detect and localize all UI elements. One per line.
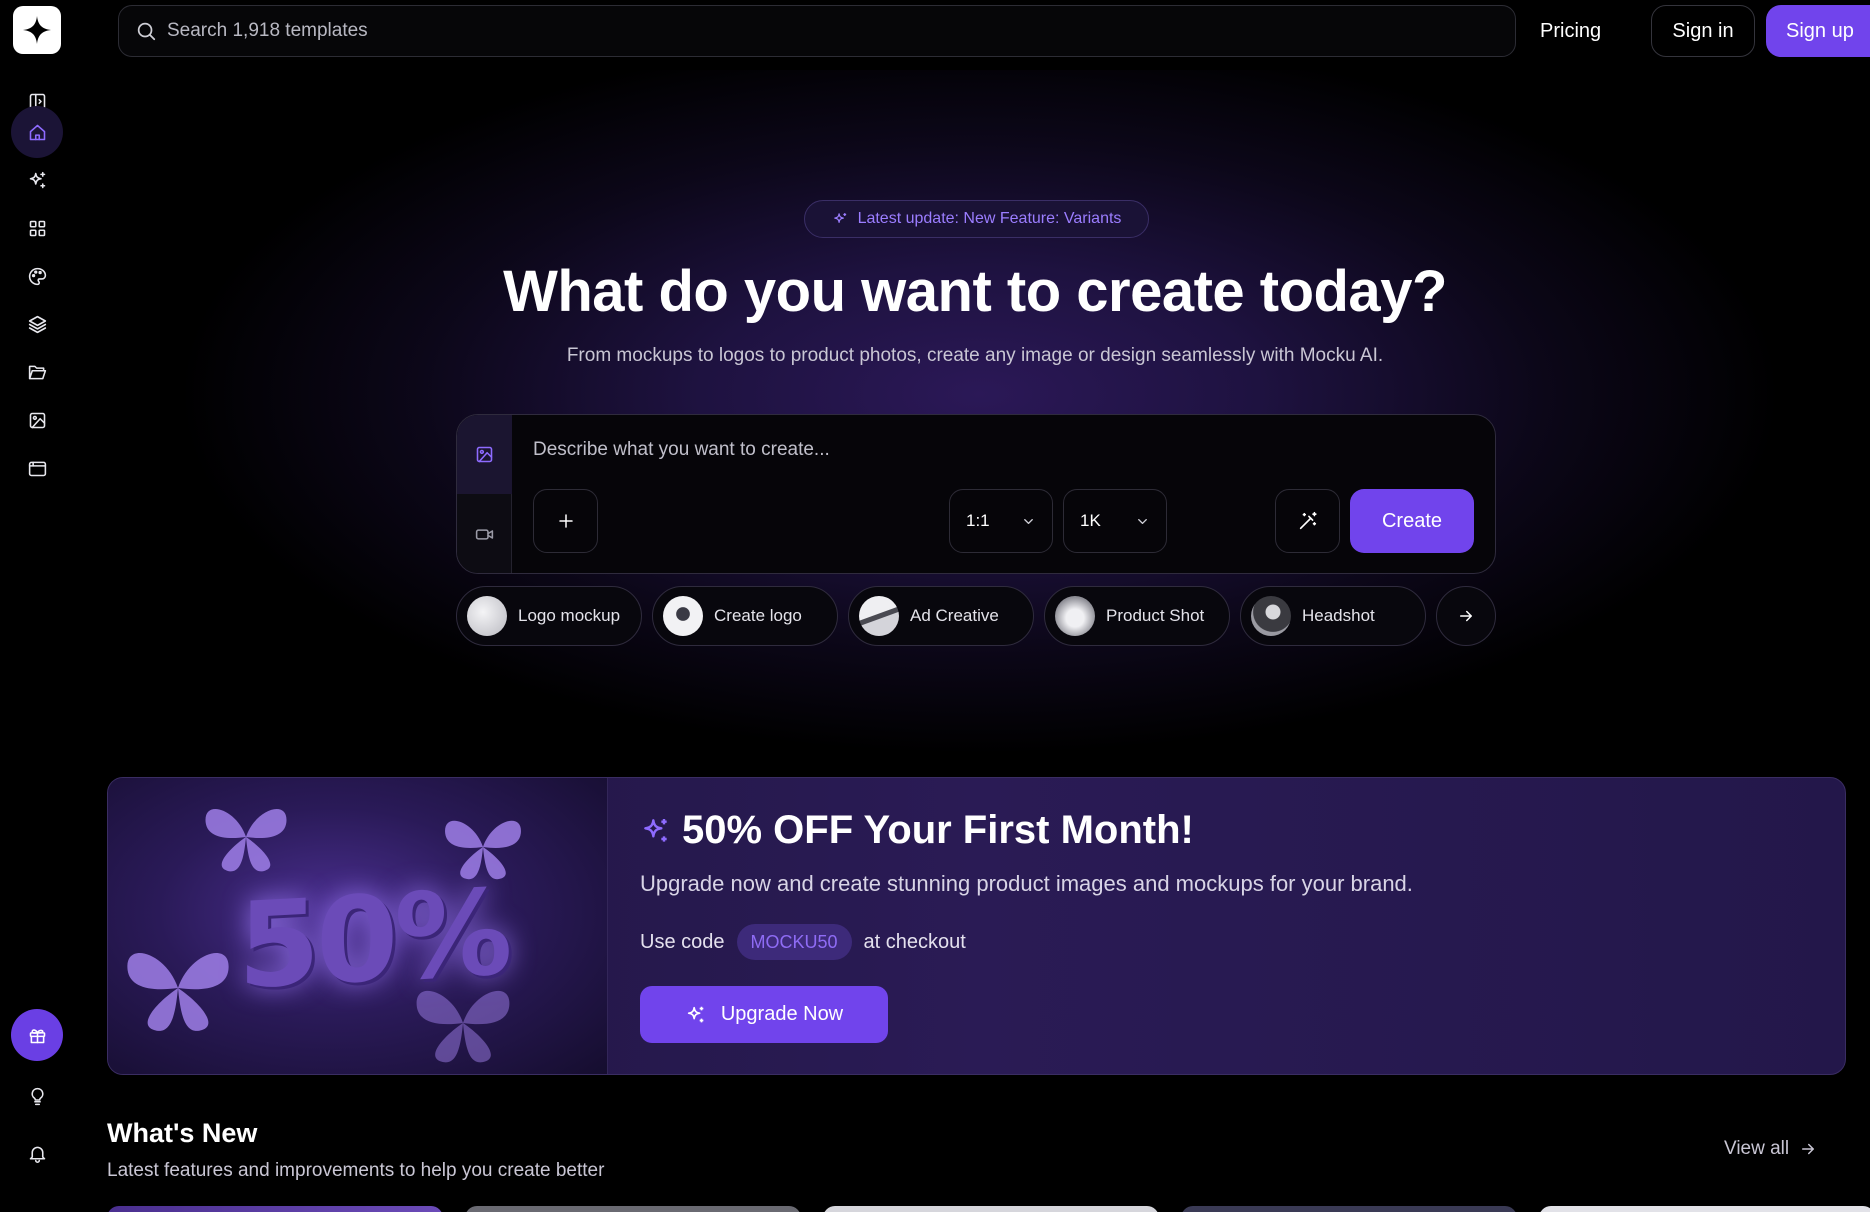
- whats-new-card[interactable]: [465, 1206, 801, 1212]
- image-icon: [476, 446, 493, 463]
- resolution-select[interactable]: 1K: [1063, 489, 1167, 553]
- chip-product-shot[interactable]: Product Shot: [1044, 586, 1230, 646]
- chips-next-button[interactable]: [1436, 586, 1496, 646]
- sign-up-button[interactable]: Sign up: [1766, 5, 1870, 57]
- sidebar-item-layers[interactable]: [11, 298, 63, 350]
- chip-label: Ad Creative: [910, 606, 999, 625]
- chevron-down-icon: [1138, 518, 1147, 524]
- whats-new-card[interactable]: [1539, 1206, 1870, 1212]
- sidebar-item-home[interactable]: [11, 106, 63, 158]
- enhance-prompt-button[interactable]: [1275, 489, 1340, 553]
- notifications-button[interactable]: [11, 1127, 63, 1179]
- sidebar-item-browser[interactable]: [11, 442, 63, 494]
- promo-image: 50%: [108, 778, 608, 1074]
- whats-new-card[interactable]: [107, 1206, 443, 1212]
- view-all-label: View all: [1724, 1138, 1790, 1159]
- add-attachment-button[interactable]: [533, 489, 598, 553]
- chip-label: Headshot: [1302, 606, 1375, 625]
- sidebar-item-images[interactable]: [11, 394, 63, 446]
- sparkles-icon: [29, 171, 45, 188]
- arrow-right-icon: [1460, 610, 1472, 622]
- promo-code-prefix: Use code: [640, 930, 725, 953]
- prompt-input[interactable]: [533, 439, 1433, 461]
- promo-banner: 50% 50% OFF Your First Month! Upgrade no…: [107, 777, 1846, 1075]
- hero-subtitle: From mockups to logos to product photos,…: [566, 345, 1384, 366]
- palette-icon: [28, 267, 46, 285]
- butterfly-decoration: [205, 808, 287, 872]
- chip-thumbnail: [467, 596, 507, 636]
- chip-label: Product Shot: [1106, 606, 1205, 625]
- chip-create-logo[interactable]: Create logo: [652, 586, 838, 646]
- upgrade-now-button[interactable]: Upgrade Now: [640, 986, 888, 1043]
- aspect-ratio-select[interactable]: 1:1: [949, 489, 1053, 553]
- whats-new-card[interactable]: [823, 1206, 1159, 1212]
- search-input[interactable]: [167, 20, 1367, 42]
- template-search-bar[interactable]: [118, 5, 1516, 57]
- magic-wand-icon: [1299, 511, 1317, 530]
- grid-icon: [29, 220, 45, 236]
- ideas-button[interactable]: [11, 1070, 63, 1122]
- promo-title-text: 50% OFF Your First Month!: [682, 808, 1194, 852]
- promo-code-line: Use code MOCKU50 at checkout: [640, 924, 966, 960]
- plus-icon: [558, 514, 573, 528]
- whats-new-card[interactable]: [1181, 1206, 1517, 1212]
- chip-headshot[interactable]: Headshot: [1240, 586, 1426, 646]
- layers-icon: [28, 315, 46, 333]
- sidebar-item-templates[interactable]: [11, 202, 63, 254]
- chip-label: Create logo: [714, 606, 802, 625]
- promo-code[interactable]: MOCKU50: [736, 924, 852, 960]
- sparkles-icon: [687, 1006, 704, 1022]
- image-icon: [29, 412, 45, 428]
- pricing-link[interactable]: Pricing: [1540, 14, 1601, 48]
- chip-thumbnail: [1055, 596, 1095, 636]
- sparkles-icon: [644, 818, 667, 842]
- resolution-value: 1K: [1080, 511, 1101, 530]
- butterfly-decoration: [127, 952, 229, 1031]
- folder-open-icon: [28, 365, 46, 379]
- chip-ad-creative[interactable]: Ad Creative: [848, 586, 1034, 646]
- chip-label: Logo mockup: [518, 606, 621, 625]
- view-all-link[interactable]: View all: [1724, 1138, 1817, 1160]
- gift-button[interactable]: [11, 1009, 63, 1061]
- chip-thumbnail: [859, 596, 899, 636]
- chevron-down-icon: [1024, 518, 1033, 524]
- chip-thumbnail: [663, 596, 703, 636]
- promo-title: 50% OFF Your First Month!: [640, 808, 1194, 853]
- mode-switcher: [457, 415, 512, 573]
- video-icon: [475, 529, 494, 540]
- aspect-ratio-value: 1:1: [966, 511, 990, 530]
- chip-thumbnail: [1251, 596, 1291, 636]
- arrow-right-icon: [1802, 1143, 1815, 1155]
- sidebar: [0, 0, 74, 1212]
- sign-in-button[interactable]: Sign in: [1651, 5, 1755, 57]
- sidebar-item-projects[interactable]: [11, 346, 63, 398]
- bell-icon: [29, 1146, 45, 1163]
- latest-update-text: Latest update: New Feature: Variants: [857, 210, 1122, 227]
- home-icon: [29, 124, 45, 140]
- lightbulb-icon: [30, 1087, 44, 1105]
- prompt-box: 1:1 1K Create: [456, 414, 1496, 574]
- brand-logo[interactable]: [13, 6, 61, 54]
- promo-subtitle: Upgrade now and create stunning product …: [640, 871, 1413, 896]
- video-mode-button[interactable]: [457, 495, 512, 573]
- hero-title: What do you want to create today?: [503, 259, 1447, 324]
- browser-icon: [28, 461, 46, 476]
- create-button[interactable]: Create: [1350, 489, 1474, 553]
- sidebar-item-brand-kit[interactable]: [11, 250, 63, 302]
- image-mode-button[interactable]: [457, 415, 512, 494]
- gift-icon: [29, 1028, 45, 1043]
- fifty-percent-graphic: 50%: [238, 862, 509, 1016]
- search-icon: [137, 22, 156, 41]
- sparkles-icon: [833, 212, 846, 223]
- latest-update-badge[interactable]: Latest update: New Feature: Variants: [804, 200, 1149, 238]
- upgrade-now-label: Upgrade Now: [720, 1003, 844, 1025]
- chip-logo-mockup[interactable]: Logo mockup: [456, 586, 642, 646]
- star-logo-icon: [23, 16, 51, 44]
- promo-code-suffix: at checkout: [863, 930, 966, 953]
- whats-new-title: What's New: [107, 1118, 258, 1148]
- sidebar-item-ai-generate[interactable]: [11, 154, 63, 206]
- whats-new-subtitle: Latest features and improvements to help…: [107, 1160, 605, 1181]
